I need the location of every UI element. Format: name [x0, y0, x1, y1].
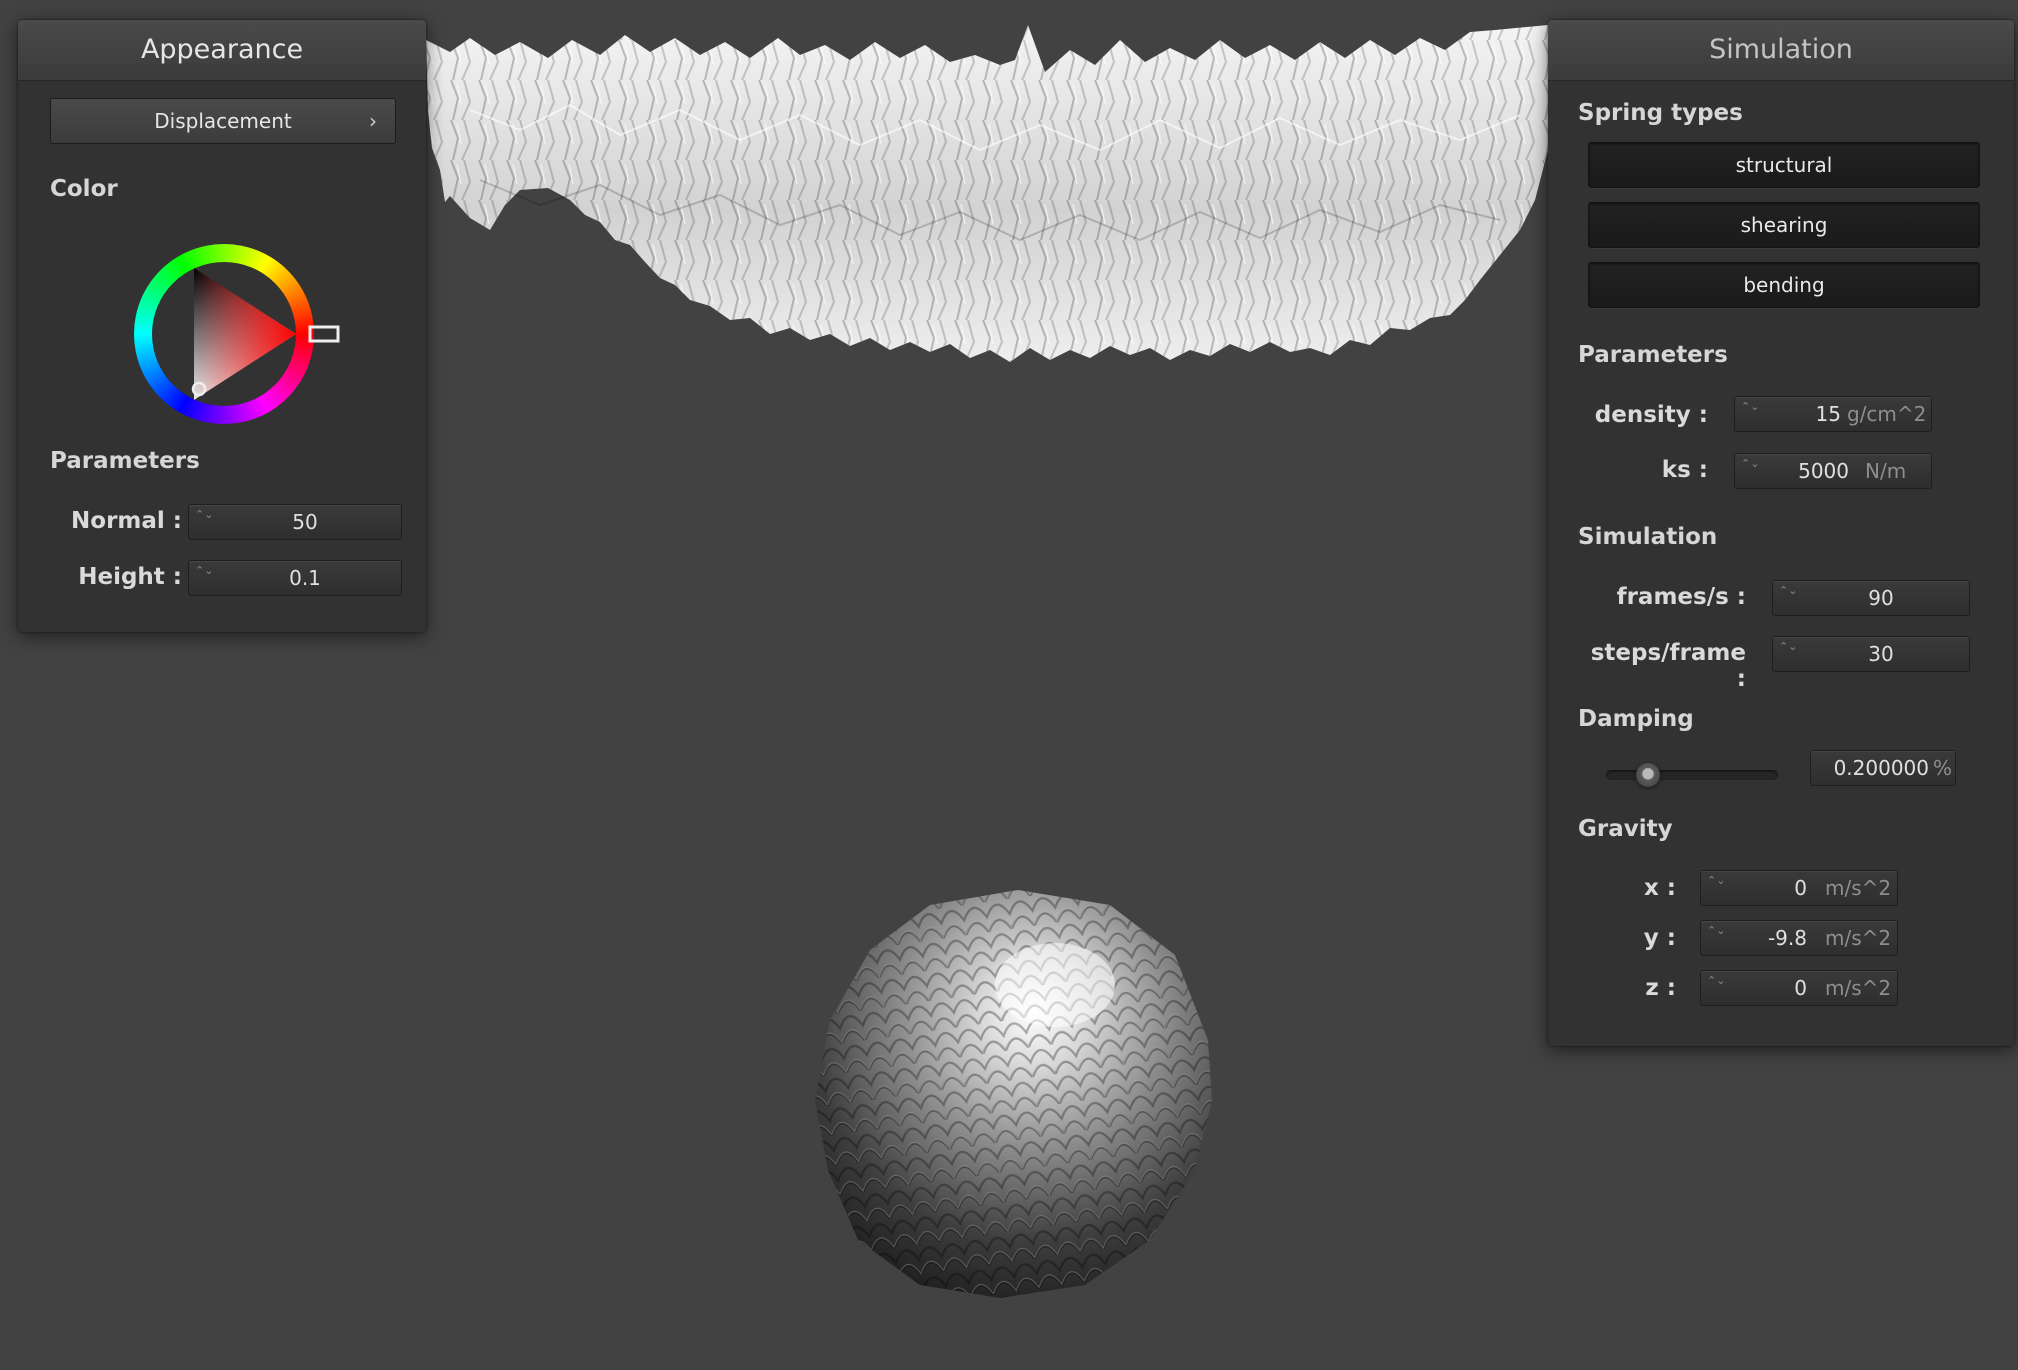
damping-slider-knob[interactable] — [1635, 763, 1660, 787]
gravity-z-spinbox[interactable]: ⌃⌄ 0 m/s^2 — [1700, 970, 1898, 1006]
simulation-parameters-label: Parameters — [1578, 342, 1728, 368]
damping-slider-track — [1606, 770, 1778, 780]
gravity-label: Gravity — [1578, 816, 1673, 842]
bending-toggle-button[interactable]: bending — [1588, 262, 1980, 308]
gravity-y-label: y : — [1643, 925, 1676, 951]
spin-arrows-icon[interactable]: ⌃⌄ — [1779, 640, 1797, 668]
gravity-z-unit: m/s^2 — [1825, 976, 1892, 1000]
steps-per-frame-value: 30 — [1868, 642, 1894, 666]
spin-arrows-icon[interactable]: ⌃⌄ — [1707, 924, 1725, 952]
normal-label: Normal : — [71, 508, 182, 534]
steps-per-frame-spinbox[interactable]: ⌃⌄ 30 — [1772, 636, 1970, 672]
spin-arrows-icon[interactable]: ⌃⌄ — [195, 508, 213, 536]
appearance-parameters-label: Parameters — [50, 448, 200, 474]
cloth-mesh — [426, 25, 1548, 362]
displacement-popup-button[interactable]: Displacement › — [50, 98, 396, 144]
density-label: density : — [1594, 402, 1708, 428]
appearance-panel: Appearance Displacement › Color Paramete… — [18, 20, 426, 632]
spin-arrows-icon[interactable]: ⌃⌄ — [1707, 874, 1725, 902]
ks-value: 5000 — [1798, 459, 1849, 483]
gravity-x-unit: m/s^2 — [1825, 876, 1892, 900]
shearing-toggle-button[interactable]: shearing — [1588, 202, 1980, 248]
color-section-label: Color — [50, 176, 118, 202]
gravity-z-label: z : — [1645, 975, 1676, 1001]
density-value: 15 — [1815, 402, 1841, 426]
gravity-y-spinbox[interactable]: ⌃⌄ -9.8 m/s^2 — [1700, 920, 1898, 956]
color-wheel[interactable] — [134, 224, 354, 444]
simulation-panel: Simulation Spring types structural shear… — [1548, 20, 2014, 1046]
frames-per-second-label: frames/s : — [1616, 584, 1746, 610]
displacement-button-label: Displacement — [154, 109, 292, 133]
simulation-panel-title[interactable]: Simulation — [1548, 20, 2014, 81]
damping-unit: % — [1933, 756, 1953, 780]
frames-per-second-value: 90 — [1868, 586, 1894, 610]
collision-sphere — [815, 890, 1212, 1298]
spin-arrows-icon[interactable]: ⌃⌄ — [1707, 974, 1725, 1002]
height-value: 0.1 — [289, 566, 321, 590]
spin-arrows-icon[interactable]: ⌃⌄ — [1779, 584, 1797, 612]
hue-marker — [308, 325, 340, 343]
gravity-x-value: 0 — [1794, 876, 1807, 900]
density-unit: g/cm^2 — [1847, 402, 1927, 426]
ks-label: ks : — [1661, 457, 1708, 483]
simulation-section-label: Simulation — [1578, 524, 1718, 550]
gravity-y-value: -9.8 — [1767, 926, 1807, 950]
spin-arrows-icon[interactable]: ⌃⌄ — [1741, 457, 1759, 485]
appearance-panel-title[interactable]: Appearance — [18, 20, 426, 81]
ks-spinbox[interactable]: ⌃⌄ 5000 N/m — [1734, 453, 1932, 489]
structural-toggle-button[interactable]: structural — [1588, 142, 1980, 188]
height-label: Height : — [78, 564, 182, 590]
spin-arrows-icon[interactable]: ⌃⌄ — [195, 564, 213, 592]
spring-types-label: Spring types — [1578, 100, 1743, 126]
height-spinbox[interactable]: ⌃⌄ 0.1 — [188, 560, 402, 596]
gravity-x-spinbox[interactable]: ⌃⌄ 0 m/s^2 — [1700, 870, 1898, 906]
damping-slider[interactable] — [1606, 760, 1778, 790]
gravity-x-label: x : — [1643, 875, 1676, 901]
gravity-y-unit: m/s^2 — [1825, 926, 1892, 950]
frames-per-second-spinbox[interactable]: ⌃⌄ 90 — [1772, 580, 1970, 616]
normal-value: 50 — [292, 510, 318, 534]
damping-value-box[interactable]: 0.200000 % — [1810, 750, 1956, 786]
spin-arrows-icon[interactable]: ⌃⌄ — [1741, 400, 1759, 428]
steps-per-frame-label: steps/frame : — [1590, 640, 1746, 692]
chevron-right-icon: › — [369, 109, 377, 133]
damping-label: Damping — [1578, 706, 1694, 732]
normal-spinbox[interactable]: ⌃⌄ 50 — [188, 504, 402, 540]
gravity-z-value: 0 — [1794, 976, 1807, 1000]
ks-unit: N/m — [1865, 459, 1907, 483]
damping-value: 0.200000 — [1833, 756, 1929, 780]
density-spinbox[interactable]: ⌃⌄ 15 g/cm^2 — [1734, 396, 1932, 432]
